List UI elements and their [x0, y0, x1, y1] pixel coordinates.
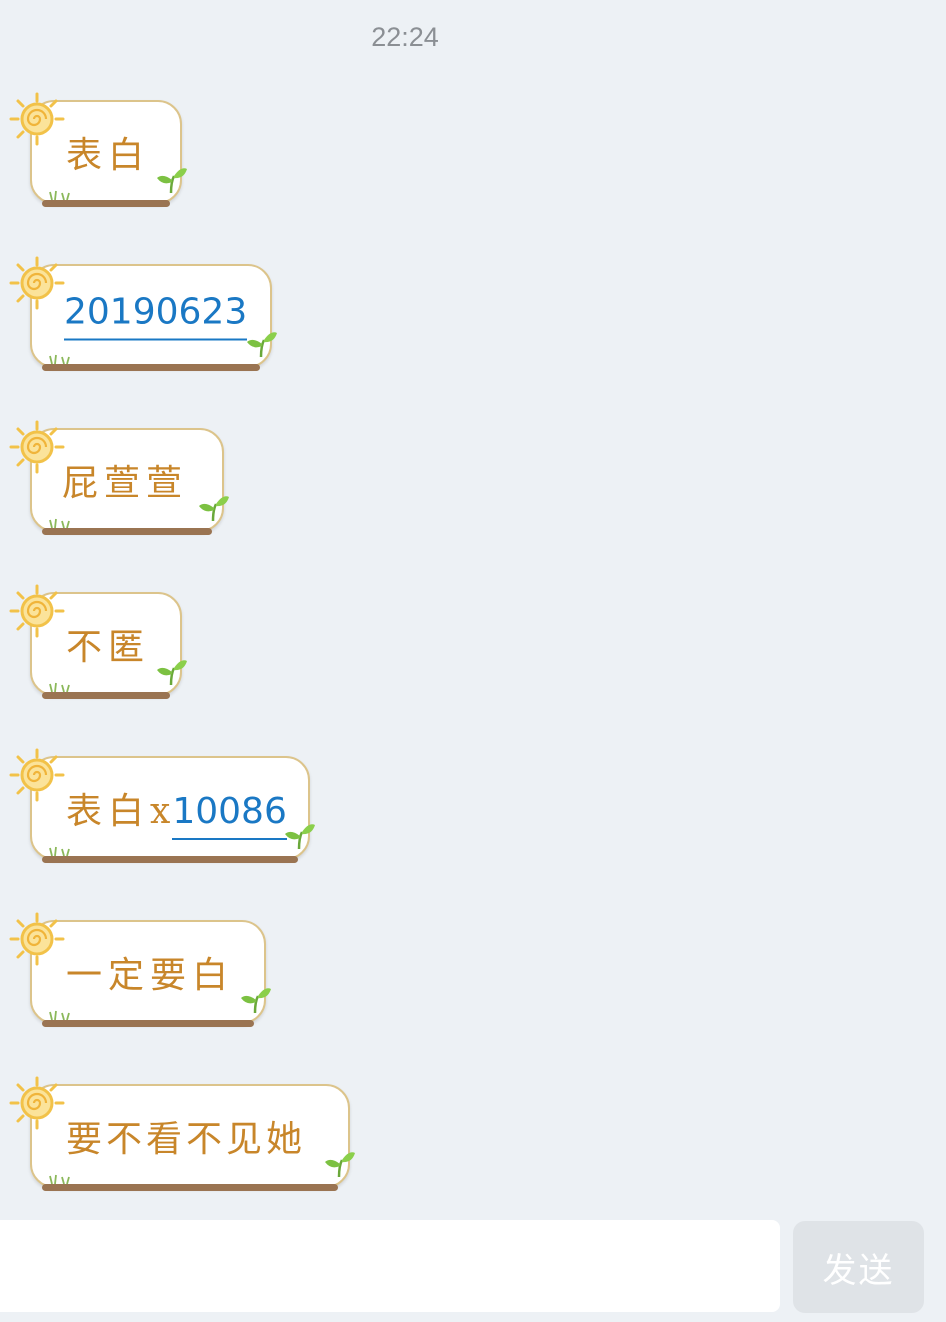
sprout-icon: [155, 659, 188, 686]
grass-icon: [49, 518, 70, 528]
bubble-ground: [42, 364, 260, 371]
message-text: 不匿: [66, 627, 151, 668]
sun-icon: [9, 584, 65, 638]
sun-icon: [9, 748, 65, 802]
timestamp: 22:24: [371, 22, 439, 52]
sprout-icon: [197, 495, 230, 522]
bubble-ground: [42, 200, 170, 207]
bubble-ground: [42, 528, 212, 535]
bubble-ground: [42, 1020, 254, 1027]
message-text: 表白: [66, 135, 151, 176]
message-text: 屁萱萱: [62, 463, 189, 504]
grass-icon: [49, 846, 70, 856]
grass-icon: [49, 682, 70, 692]
sun-icon: [9, 1076, 65, 1130]
sprout-icon: [323, 1151, 356, 1178]
grass-icon: [49, 190, 70, 200]
sun-icon: [9, 256, 65, 310]
sprout-icon: [155, 167, 188, 194]
sun-icon: [9, 912, 65, 966]
message-link[interactable]: 20190623: [64, 292, 248, 341]
message-text: 要不看不见她: [66, 1119, 307, 1160]
bubble-ground: [42, 1184, 338, 1191]
sun-icon: [9, 92, 65, 146]
message-text: 一定要白: [66, 955, 235, 996]
bubble-ground: [42, 692, 170, 699]
sprout-icon: [245, 331, 278, 358]
message-link[interactable]: 10086: [172, 791, 287, 840]
message-text: 表白x10086: [66, 782, 287, 840]
message-input[interactable]: [0, 1220, 780, 1312]
message-text-multiplier: x: [150, 791, 173, 832]
sun-icon: [9, 420, 65, 474]
grass-icon: [49, 1174, 70, 1184]
sprout-icon: [283, 823, 316, 850]
grass-icon: [49, 354, 70, 364]
bubble-ground: [42, 856, 298, 863]
message-text-part: 表白: [66, 791, 151, 832]
grass-icon: [49, 1010, 70, 1020]
send-button[interactable]: 发送: [793, 1221, 924, 1313]
sprout-icon: [239, 987, 272, 1014]
